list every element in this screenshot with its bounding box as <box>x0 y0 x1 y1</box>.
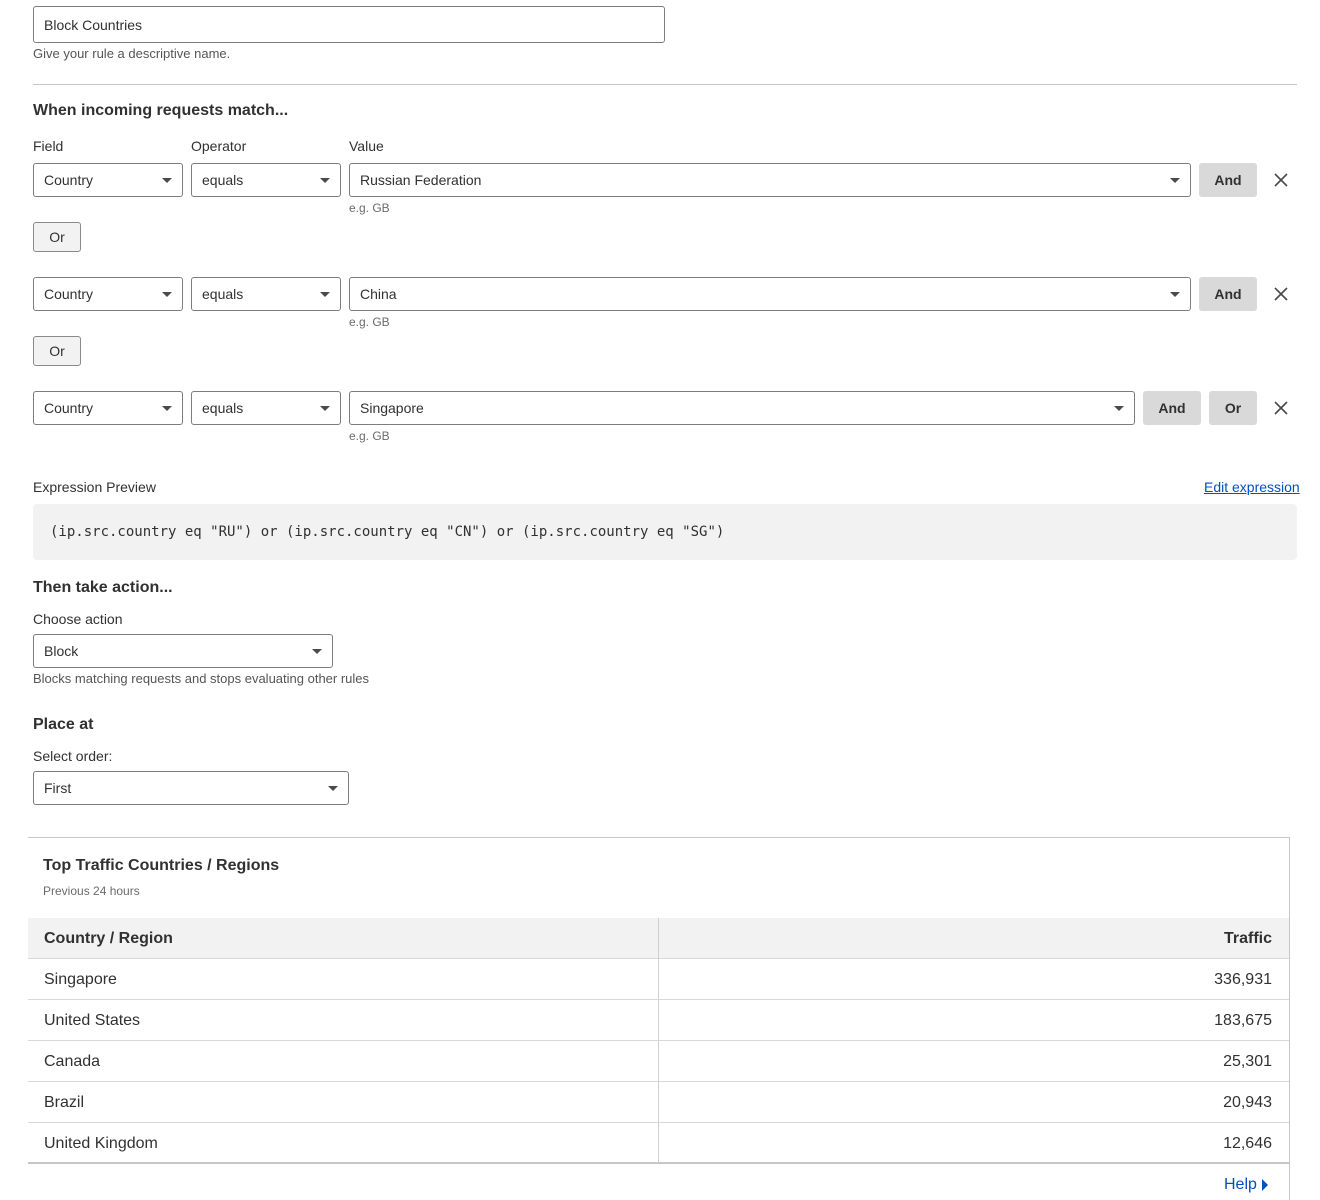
chevron-down-icon <box>312 648 322 654</box>
or-button-3[interactable]: Or <box>1209 391 1257 425</box>
chevron-down-icon <box>320 177 330 183</box>
col-traffic-header: Traffic <box>1223 929 1272 947</box>
or-button-2[interactable]: Or <box>33 336 81 366</box>
operator-select-value: equals <box>202 400 244 416</box>
close-icon[interactable] <box>1272 171 1290 189</box>
place-heading: Place at <box>33 716 94 733</box>
country-cell: Brazil <box>44 1093 85 1111</box>
action-select[interactable]: Block <box>33 634 333 668</box>
traffic-cell: 20,943 <box>1223 1093 1272 1111</box>
chevron-down-icon <box>1114 405 1124 411</box>
value-label: Value <box>349 138 384 154</box>
help-label: Help <box>1224 1176 1257 1193</box>
chevron-down-icon <box>328 785 338 791</box>
operator-select-2[interactable]: equals <box>191 277 341 311</box>
chevron-down-icon <box>320 291 330 297</box>
top-traffic-subtitle: Previous 24 hours <box>43 884 140 898</box>
traffic-cell: 183,675 <box>1214 1011 1272 1029</box>
choose-action-label: Choose action <box>33 611 123 627</box>
rule-name-value: Block Countries <box>44 16 143 33</box>
table-row: Brazil 20,943 <box>28 1082 1289 1123</box>
country-cell: Singapore <box>44 970 117 988</box>
action-heading: Then take action... <box>33 579 173 596</box>
chevron-down-icon <box>1170 291 1180 297</box>
rule-name-hint: Give your rule a descriptive name. <box>33 46 231 61</box>
and-button-3[interactable]: And <box>1143 391 1201 425</box>
match-heading: When incoming requests match... <box>33 102 289 119</box>
chevron-down-icon <box>1170 177 1180 183</box>
traffic-cell: 25,301 <box>1223 1052 1272 1070</box>
expression-text: (ip.src.country eq "RU") or (ip.src.coun… <box>50 524 725 540</box>
order-select[interactable]: First <box>33 771 349 805</box>
value-select-value: Singapore <box>360 400 424 416</box>
edit-expression-link[interactable]: Edit expression <box>1204 479 1300 495</box>
value-select-1[interactable]: Russian Federation <box>349 163 1191 197</box>
field-select-2[interactable]: Country <box>33 277 183 311</box>
col-country-header: Country / Region <box>44 929 173 947</box>
table-row: United States 183,675 <box>28 1000 1289 1041</box>
close-icon[interactable] <box>1272 285 1290 303</box>
select-order-label: Select order: <box>33 748 113 764</box>
divider <box>33 84 1297 85</box>
top-traffic-title: Top Traffic Countries / Regions <box>43 857 280 874</box>
table-row: Canada 25,301 <box>28 1041 1289 1082</box>
field-select-3[interactable]: Country <box>33 391 183 425</box>
field-select-value: Country <box>44 286 94 302</box>
field-select-1[interactable]: Country <box>33 163 183 197</box>
field-select-value: Country <box>44 400 94 416</box>
country-cell: United States <box>44 1011 141 1029</box>
value-select-3[interactable]: Singapore <box>349 391 1135 425</box>
rule-name-input[interactable]: Block Countries <box>33 6 665 43</box>
close-icon[interactable] <box>1272 399 1290 417</box>
table-row: Singapore 336,931 <box>28 959 1289 1000</box>
and-button-2[interactable]: And <box>1199 277 1257 311</box>
operator-select-1[interactable]: equals <box>191 163 341 197</box>
operator-label: Operator <box>191 138 247 154</box>
expression-label: Expression Preview <box>33 479 156 495</box>
value-select-value: Russian Federation <box>360 172 482 188</box>
order-select-value: First <box>44 780 72 796</box>
operator-select-value: equals <box>202 172 244 188</box>
value-hint-2: e.g. GB <box>349 315 390 329</box>
field-select-value: Country <box>44 172 94 188</box>
chevron-down-icon <box>162 291 172 297</box>
country-cell: United Kingdom <box>44 1134 158 1152</box>
country-cell: Canada <box>44 1052 101 1070</box>
chevron-down-icon <box>162 405 172 411</box>
and-button-1[interactable]: And <box>1199 163 1257 197</box>
chevron-down-icon <box>320 405 330 411</box>
operator-select-3[interactable]: equals <box>191 391 341 425</box>
expression-preview: (ip.src.country eq "RU") or (ip.src.coun… <box>33 504 1297 560</box>
traffic-cell: 12,646 <box>1223 1134 1272 1152</box>
or-button-1[interactable]: Or <box>33 222 81 252</box>
action-select-value: Block <box>44 643 79 659</box>
panel-top-border <box>28 837 1290 838</box>
field-label: Field <box>33 138 64 154</box>
operator-select-value: equals <box>202 286 244 302</box>
value-select-value: China <box>360 286 397 302</box>
caret-right-icon <box>1261 1179 1268 1191</box>
traffic-cell: 336,931 <box>1214 970 1272 988</box>
value-hint-3: e.g. GB <box>349 429 390 443</box>
action-hint: Blocks matching requests and stops evalu… <box>33 671 370 686</box>
help-link[interactable]: Help <box>1224 1176 1269 1194</box>
value-select-2[interactable]: China <box>349 277 1191 311</box>
table-row: United Kingdom 12,646 <box>28 1123 1289 1164</box>
value-hint-1: e.g. GB <box>349 201 390 215</box>
chevron-down-icon <box>162 177 172 183</box>
